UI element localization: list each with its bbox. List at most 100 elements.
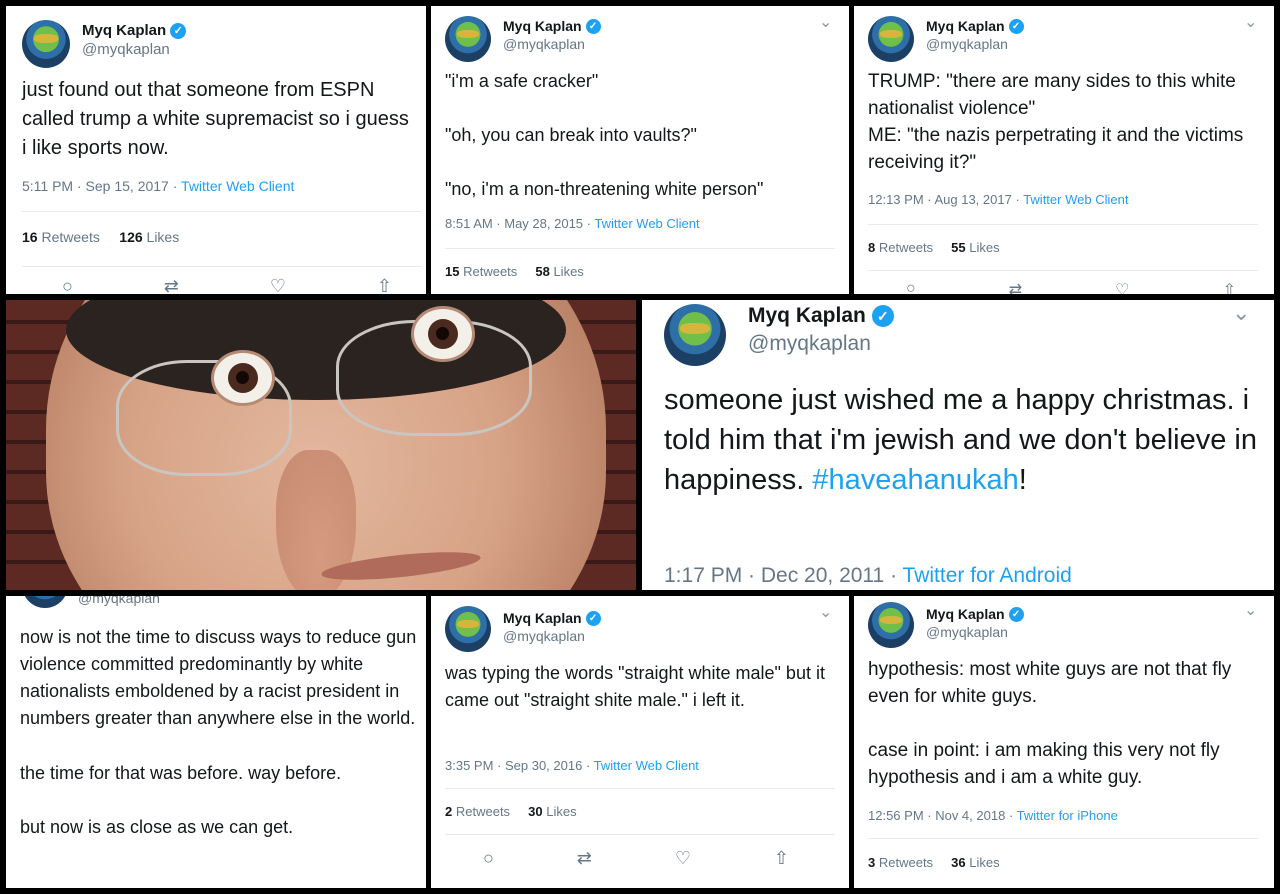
tweet-text-line: "oh, you can break into vaults?" [445,125,697,145]
share-icon[interactable]: ⇧ [377,276,392,294]
share-icon[interactable]: ⇧ [774,848,789,869]
user-handle[interactable]: @myqkaplan [78,596,160,606]
like-icon[interactable]: ♡ [1115,280,1129,294]
tweet-card-5[interactable]: @myqkaplan now is not the time to discus… [6,596,426,888]
user-handle[interactable]: @myqkaplan [503,628,601,644]
tweet-source[interactable]: Twitter for iPhone [1017,808,1118,823]
tweet-meta: 3:35 PM · Sep 30, 2016 · Twitter Web Cli… [445,758,699,773]
avatar-icon[interactable] [22,596,68,608]
tweet-source[interactable]: Twitter Web Client [594,216,699,231]
tweet-text-line: hypothesis: most white guys are not that… [868,659,1232,707]
like-icon[interactable]: ♡ [675,848,691,869]
retweet-count[interactable]: 3 [868,855,875,870]
retweet-count[interactable]: 8 [868,240,875,255]
chevron-down-icon[interactable]: ⌄ [819,12,832,32]
timestamp[interactable]: 8:51 AM · May 28, 2015 [445,216,583,231]
tweet-text: now is not the time to discuss ways to r… [20,624,418,841]
user-handle[interactable]: @myqkaplan [748,332,894,356]
retweets-label: Retweets [41,229,100,245]
tweet-card-3[interactable]: Myq Kaplan ✓ @myqkaplan ⌄ TRUMP: "there a… [854,6,1274,294]
tweet-meta: 12:13 PM · Aug 13, 2017 · Twitter Web Cl… [868,192,1128,207]
user-handle[interactable]: @myqkaplan [503,36,601,52]
user-handle[interactable]: @myqkaplan [82,41,186,58]
share-icon[interactable]: ⇧ [1223,280,1236,294]
divider [868,838,1258,839]
chevron-down-icon[interactable]: ⌄ [1244,600,1257,620]
tweet-card-2[interactable]: Myq Kaplan ✓ @myqkaplan ⌄ "i'm a safe cra… [431,6,849,294]
verified-badge-icon: ✓ [1008,606,1024,622]
chevron-down-icon[interactable]: ⌄ [819,602,832,622]
timestamp[interactable]: 3:35 PM · Sep 30, 2016 [445,758,582,773]
retweet-count[interactable]: 2 [445,804,452,819]
tweet-stats: 8 Retweets 55 Likes [868,240,1000,255]
timestamp[interactable]: 12:56 PM · Nov 4, 2018 [868,808,1005,823]
likes-label: Likes [553,264,584,279]
timestamp[interactable]: 12:13 PM · Aug 13, 2017 [868,192,1012,207]
avatar-icon[interactable] [22,20,70,68]
like-count[interactable]: 55 [951,240,965,255]
like-count[interactable]: 30 [528,804,542,819]
chevron-down-icon[interactable]: ⌄ [1232,300,1250,326]
retweet-count[interactable]: 16 [22,229,38,245]
likes-label: Likes [146,229,180,245]
divider [445,788,835,789]
tweet-stats: 3 Retweets 36 Likes [868,855,1000,870]
retweet-icon[interactable]: ⇄ [164,276,179,294]
avatar-icon[interactable] [445,606,491,652]
tweet-header: Myq Kaplan ✓ @myqkaplan [868,16,1024,62]
like-count[interactable]: 126 [119,229,142,245]
likes-label: Likes [546,804,577,819]
retweets-label: Retweets [455,804,511,819]
tweet-text-line: "no, i'm a non-threatening white person" [445,179,764,199]
separator: · [1008,808,1014,823]
reply-icon[interactable]: ○ [483,848,494,869]
divider [22,211,422,212]
tweet-meta: 5:11 PM · Sep 15, 2017 · Twitter Web Cli… [22,178,294,194]
separator: · [890,564,898,587]
avatar-icon[interactable] [664,304,726,366]
tweet-meta: 8:51 AM · May 28, 2015 · Twitter Web Cli… [445,216,700,231]
user-name[interactable]: Myq Kaplan [926,606,1005,622]
tweet-text-line: ME: "the nazis perpetrating it and the v… [868,125,1244,173]
user-name[interactable]: Myq Kaplan [748,304,866,328]
timestamp[interactable]: 1:17 PM · Dec 20, 2011 [664,564,884,587]
user-handle[interactable]: @myqkaplan [926,36,1024,52]
verified-badge-icon: ✓ [1008,18,1024,34]
avatar-icon[interactable] [868,16,914,62]
tweet-card-1[interactable]: Myq Kaplan ✓ @myqkaplan just found out th… [6,6,426,294]
user-name[interactable]: Myq Kaplan [926,18,1005,34]
tweet-text-line: TRUMP: "there are many sides to this whi… [868,71,1236,119]
tweet-source[interactable]: Twitter for Android [903,564,1072,587]
tweet-text-line: was typing the words "straight white mal… [445,663,825,710]
hashtag-link[interactable]: #haveahanukah [812,464,1018,496]
tweet-source[interactable]: Twitter Web Client [1023,192,1128,207]
timestamp[interactable]: 5:11 PM · Sep 15, 2017 [22,178,169,194]
retweets-label: Retweets [878,240,934,255]
tweet-header: Myq Kaplan ✓ @myqkaplan [664,304,894,366]
retweet-count[interactable]: 15 [445,264,459,279]
tweet-card-7[interactable]: Myq Kaplan ✓ @myqkaplan ⌄ hypothesis: mos… [854,596,1274,888]
user-name[interactable]: Myq Kaplan [503,18,582,34]
tweet-source[interactable]: Twitter Web Client [594,758,699,773]
divider [445,248,835,249]
user-handle[interactable]: @myqkaplan [926,624,1024,640]
tweet-source[interactable]: Twitter Web Client [181,178,294,194]
user-name[interactable]: Myq Kaplan [503,610,582,626]
tweet-card-6[interactable]: Myq Kaplan ✓ @myqkaplan ⌄ was typing the … [431,596,849,888]
tweet-text: TRUMP: "there are many sides to this whi… [868,68,1263,176]
avatar-icon[interactable] [868,602,914,648]
divider [445,834,835,835]
tweet-card-4[interactable]: Myq Kaplan ✓ @myqkaplan ⌄ someone just wi… [642,300,1274,590]
retweet-icon[interactable]: ⇄ [1009,280,1022,294]
retweets-label: Retweets [878,855,934,870]
user-name[interactable]: Myq Kaplan [82,22,166,39]
avatar-icon[interactable] [445,16,491,62]
like-count[interactable]: 58 [535,264,549,279]
reply-icon[interactable]: ○ [62,276,73,294]
tweet-text-line: the time for that was before. way before… [20,763,342,783]
reply-icon[interactable]: ○ [906,280,916,294]
like-icon[interactable]: ♡ [270,276,286,294]
like-count[interactable]: 36 [951,855,965,870]
retweet-icon[interactable]: ⇄ [577,848,592,869]
chevron-down-icon[interactable]: ⌄ [1244,12,1257,32]
